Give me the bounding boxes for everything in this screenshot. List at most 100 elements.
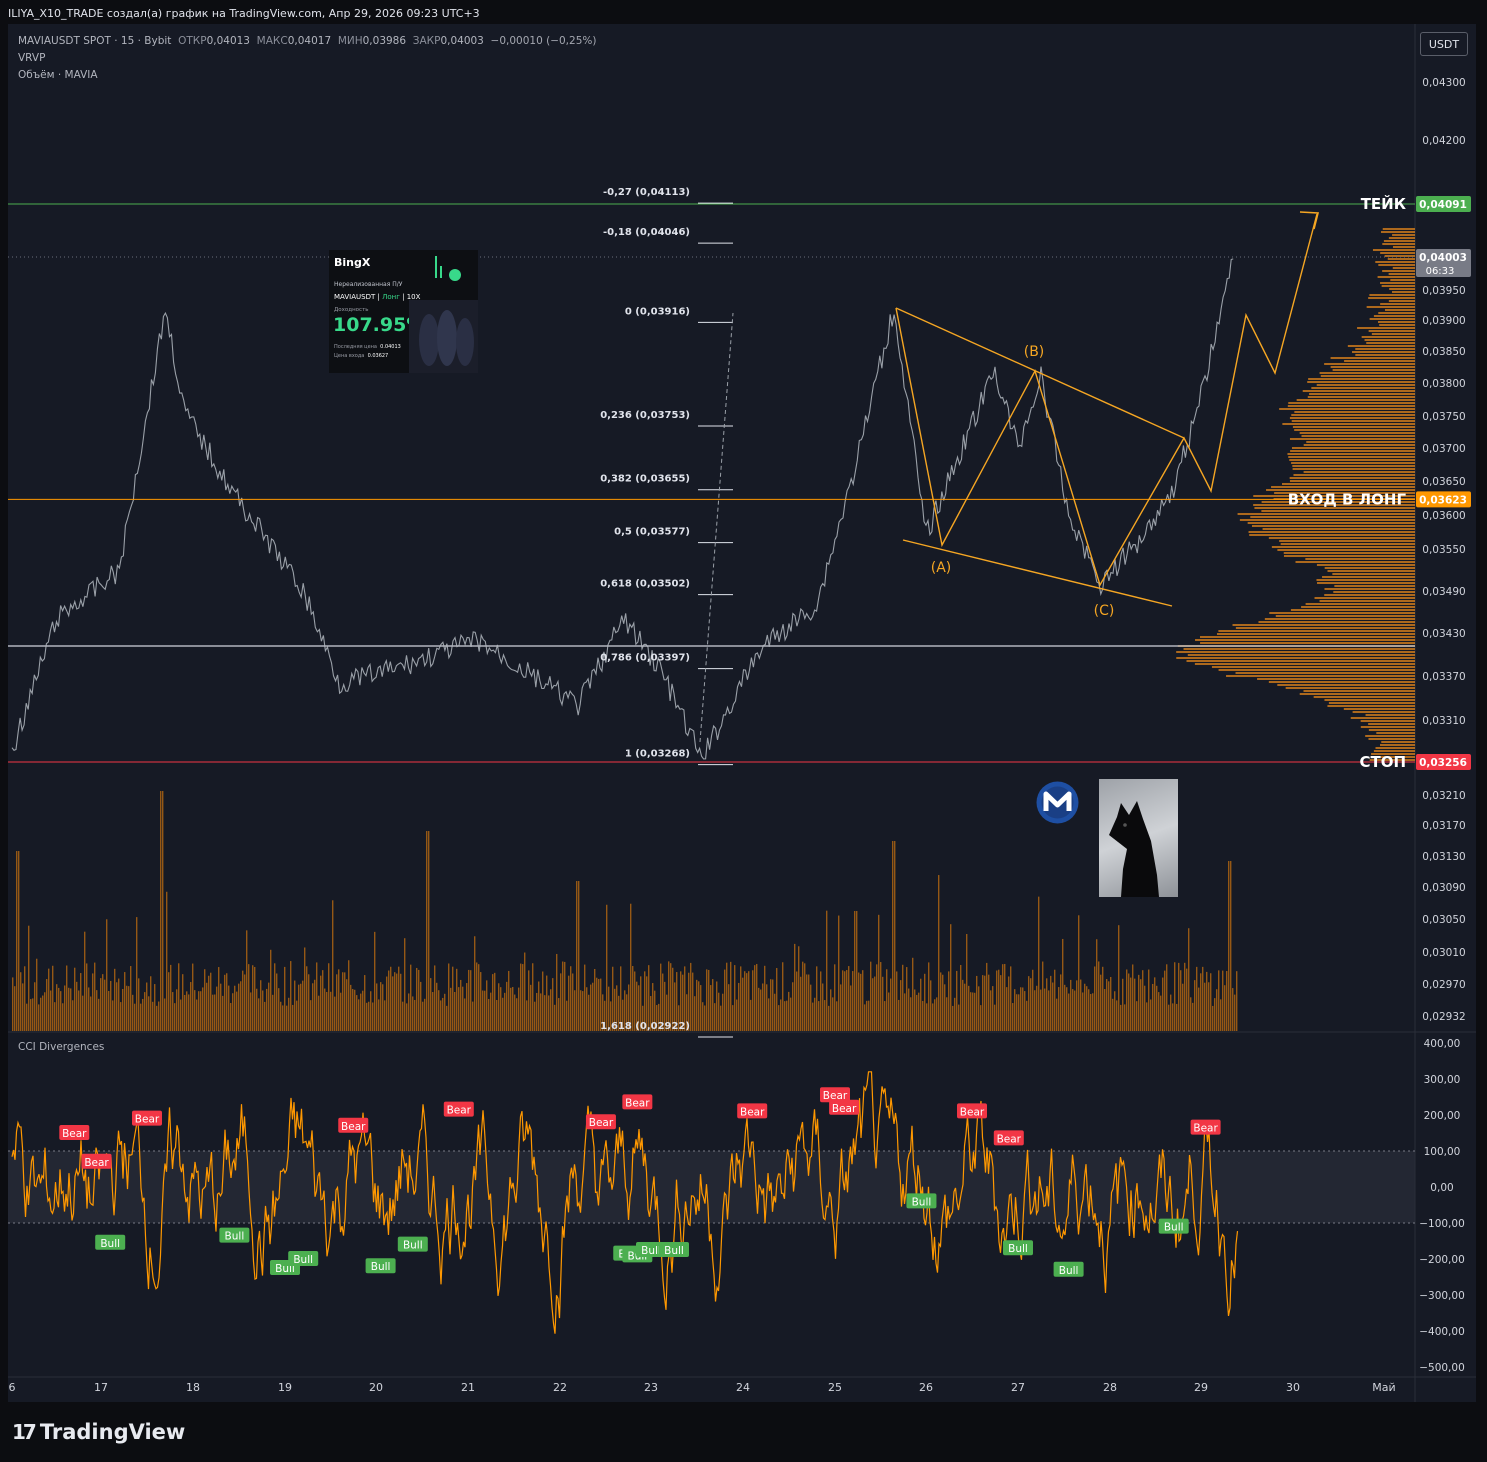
bingx-entry-price-value: 0.03627 bbox=[367, 353, 389, 359]
volume-bar bbox=[724, 969, 726, 1031]
volume-bar bbox=[1030, 978, 1032, 1031]
volume-bar bbox=[50, 990, 52, 1031]
volume-bar bbox=[132, 994, 134, 1031]
volume-profile-bar bbox=[1226, 675, 1415, 677]
bull-label: Bull bbox=[664, 1245, 684, 1257]
volume-bar bbox=[422, 1001, 424, 1031]
volume-bar bbox=[446, 1005, 448, 1031]
volume-bar bbox=[754, 965, 756, 1031]
volume-profile-bar bbox=[1383, 240, 1415, 242]
fibonacci-levels: -0,27 (0,04113) -0,18 (0,04046) 0 (0,03916… bbox=[600, 187, 734, 1038]
volume-profile-bar bbox=[1375, 747, 1415, 749]
volume-profile-bar bbox=[1303, 471, 1415, 473]
volume-bar bbox=[302, 980, 304, 1031]
volume-bar bbox=[316, 962, 318, 1031]
volume-bar bbox=[982, 975, 984, 1031]
volume-profile-bar bbox=[1355, 354, 1415, 356]
volume-bar bbox=[828, 1005, 830, 1031]
volume-bar bbox=[66, 965, 68, 1031]
volume-bar bbox=[980, 1005, 982, 1031]
vrvp-legend[interactable]: VRVP bbox=[18, 52, 45, 64]
volume-profile-bar bbox=[1382, 243, 1415, 245]
time-tick-label: 29 bbox=[1194, 1381, 1208, 1394]
volume-bar bbox=[738, 982, 740, 1031]
price-tag-value: 0,03256 bbox=[1419, 757, 1467, 769]
time-tick-label: 24 bbox=[736, 1381, 750, 1394]
volume-bar bbox=[344, 972, 346, 1031]
volume-bar bbox=[1100, 974, 1102, 1031]
volume-bar bbox=[254, 966, 256, 1031]
volume-bar bbox=[804, 963, 806, 1031]
volume-profile-bar bbox=[1290, 609, 1415, 611]
volume-profile-bar bbox=[1289, 477, 1415, 479]
price-tick-label: 0,03800 bbox=[1422, 378, 1465, 390]
volume-bar bbox=[1232, 988, 1234, 1031]
volume-bar bbox=[378, 999, 380, 1031]
volume-bar bbox=[790, 997, 792, 1031]
volume-bar bbox=[882, 976, 884, 1031]
volume-bar bbox=[290, 961, 292, 1031]
volume-bar bbox=[1216, 989, 1218, 1031]
volume-bar bbox=[1188, 928, 1190, 1031]
volume-bar bbox=[578, 881, 580, 1031]
volume-bar bbox=[414, 999, 416, 1031]
volume-bar bbox=[716, 981, 718, 1031]
volume-legend[interactable]: Объём · MAVIA bbox=[18, 69, 98, 81]
time-tick-label: 23 bbox=[644, 1381, 658, 1394]
volume-bar bbox=[32, 998, 34, 1031]
volume-bar bbox=[698, 981, 700, 1031]
volume-bar bbox=[348, 960, 350, 1031]
currency-button[interactable]: USDT bbox=[1420, 32, 1468, 56]
volume-bar bbox=[332, 900, 334, 1031]
volume-bar bbox=[560, 973, 562, 1031]
volume-bar bbox=[1140, 979, 1142, 1031]
level-name-label: ВХОД В ЛОНГ bbox=[1288, 490, 1407, 508]
volume-bar bbox=[1196, 966, 1198, 1031]
volume-bar bbox=[1046, 978, 1048, 1031]
volume-bar bbox=[916, 994, 918, 1031]
volume-bar bbox=[550, 989, 552, 1031]
volume-bar bbox=[236, 991, 238, 1031]
volume-profile-bar bbox=[1387, 258, 1415, 260]
volume-bar bbox=[510, 987, 512, 1031]
price-tick-label: 0,03490 bbox=[1422, 586, 1465, 598]
volume-bar bbox=[1040, 989, 1042, 1031]
volume-profile-bar bbox=[1282, 423, 1415, 425]
symbol-legend[interactable]: MAVIAUSDT SPOT · 15 · Bybit ОТКР0,04013 … bbox=[18, 35, 596, 47]
volume-bar bbox=[948, 971, 950, 1031]
volume-bar bbox=[586, 987, 588, 1031]
volume-bar bbox=[148, 996, 150, 1031]
volume-bar bbox=[1226, 971, 1228, 1031]
volume-profile-bar bbox=[1200, 642, 1415, 644]
price-axis: 0,04300 0,04200 0,03950 0,03900 0,03850 0,038… bbox=[1416, 77, 1471, 1374]
volume-bar bbox=[1134, 978, 1136, 1031]
volume-bar bbox=[232, 993, 234, 1031]
volume-profile-bar bbox=[1311, 387, 1415, 389]
volume-bar bbox=[304, 947, 306, 1031]
volume-bar bbox=[696, 979, 698, 1031]
volume-bar bbox=[788, 991, 790, 1031]
volume-bar bbox=[340, 992, 342, 1031]
volume-profile-bar bbox=[1289, 459, 1415, 461]
volume-bar bbox=[1024, 991, 1026, 1031]
volume-profile-bar bbox=[1283, 555, 1415, 557]
volume-bar bbox=[762, 983, 764, 1031]
price-tick-label: 0,03850 bbox=[1422, 346, 1465, 358]
volume-bar bbox=[730, 961, 732, 1031]
volume-profile-bar bbox=[1277, 549, 1415, 551]
volume-bar bbox=[512, 987, 514, 1031]
volume-bar bbox=[28, 925, 30, 1031]
volume-bar bbox=[1118, 925, 1120, 1031]
volume-profile-bar bbox=[1301, 606, 1415, 608]
volume-bar bbox=[810, 984, 812, 1031]
volume-bar bbox=[866, 1000, 868, 1031]
cci-legend[interactable]: CCI Divergences bbox=[18, 1041, 104, 1053]
bingx-players-image bbox=[409, 300, 478, 373]
volume-bar bbox=[1048, 990, 1050, 1031]
volume-bar bbox=[1176, 1003, 1178, 1031]
volume-bar bbox=[860, 973, 862, 1031]
volume-bar bbox=[1020, 987, 1022, 1031]
volume-profile-bar bbox=[1258, 621, 1415, 623]
volume-bar bbox=[438, 990, 440, 1031]
volume-bar bbox=[850, 985, 852, 1031]
